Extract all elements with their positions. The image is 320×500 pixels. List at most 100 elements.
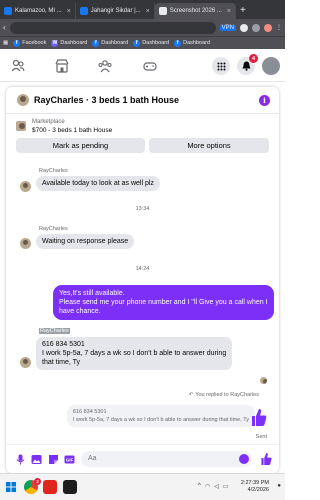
url-field[interactable] — [9, 21, 216, 34]
marketplace-icon[interactable] — [55, 59, 69, 73]
message-line: Yes,It's still available. — [59, 290, 125, 297]
start-icon[interactable] — [4, 480, 18, 494]
quoted-line: 616 834 5301 — [72, 409, 107, 415]
quoted-message[interactable]: 616 834 5301 I work 5p-5a, 7 days a wk s… — [66, 405, 255, 427]
extension-icon[interactable] — [240, 23, 248, 32]
chat-title[interactable]: RayCharles · 3 beds 1 bath House — [34, 95, 179, 105]
groups-icon[interactable] — [98, 59, 112, 73]
timestamp: 14:24 — [135, 266, 150, 272]
svg-text:GIF: GIF — [66, 458, 74, 463]
notification-bell-icon[interactable]: ● — [277, 483, 281, 489]
thumbs-up-icon[interactable] — [250, 408, 267, 427]
message-bubble-incoming[interactable]: 616 834 5301 I work 5p-5a, 7 days a wk s… — [36, 337, 233, 370]
back-icon[interactable]: ‹ — [3, 23, 6, 32]
bookmark-item[interactable]: f Facebook — [13, 39, 46, 47]
friends-icon[interactable] — [11, 59, 25, 73]
message-input[interactable] — [81, 451, 252, 467]
notifications-button[interactable]: 4 — [237, 54, 258, 75]
facebook-icon: f — [13, 39, 21, 47]
close-tab-icon[interactable]: × — [146, 8, 150, 15]
gif-icon[interactable]: GIF — [64, 454, 75, 465]
emoji-icon[interactable] — [239, 454, 249, 464]
facebook-icon: f — [174, 39, 182, 47]
facebook-top-nav: 4 — [0, 49, 285, 82]
bookmark-item[interactable]: f Dashboard — [133, 39, 170, 47]
bookmark-label: Dashboard — [60, 40, 88, 46]
extension-icon[interactable] — [252, 23, 260, 32]
marketplace-label: Marketplace — [32, 119, 65, 125]
message-line: have chance. — [59, 308, 101, 315]
bookmark-item[interactable]: f Dashboard — [92, 39, 128, 47]
avatar[interactable] — [20, 181, 31, 192]
chevron-up-icon[interactable]: ^ — [198, 483, 201, 490]
browser-tab-strip: Kalamazoo, MI ... × Jahangir Sikdar |...… — [0, 0, 285, 19]
browser-tab-active[interactable]: Screenshot 2026 ... × — [154, 3, 236, 19]
grid-icon — [217, 62, 225, 70]
taskbar: 2 ^ ◠ ◁ ▭ 2:27:39 PM 4/2/2026 ● — [0, 473, 285, 500]
message-list: RayCharles Available today to look at as… — [6, 158, 279, 444]
battery-icon[interactable]: ▭ — [223, 483, 229, 490]
message-bubble-outgoing[interactable]: Yes,It's still available. Please send me… — [53, 285, 274, 320]
sender-name: RayCharles — [39, 168, 68, 174]
avatar[interactable] — [20, 238, 31, 249]
listing-title[interactable]: $700 - 3 beds 1 bath House — [32, 127, 112, 134]
message-line: I work 5p-5a, 7 days a wk so I don't b a… — [42, 350, 227, 357]
sender-name: RayCharles — [39, 328, 70, 334]
volume-icon[interactable]: ◁ — [214, 483, 219, 490]
photo-icon[interactable] — [31, 454, 42, 465]
app-icon[interactable] — [63, 480, 77, 494]
bookmark-item[interactable]: W Dashboard — [51, 39, 88, 47]
tab-favicon-icon — [4, 7, 12, 15]
message-composer: GIF — [6, 444, 279, 473]
bookmark-label: Dashboard — [183, 40, 211, 46]
message-text-field[interactable] — [88, 455, 238, 462]
thumbs-up-send-icon[interactable] — [260, 452, 272, 466]
seen-avatar — [260, 377, 267, 384]
address-bar: ‹ VPN ⋮ — [0, 19, 285, 36]
close-tab-icon[interactable]: × — [227, 8, 231, 15]
avatar[interactable] — [17, 94, 29, 106]
microphone-icon[interactable] — [15, 454, 26, 465]
vpn-badge[interactable]: VPN — [219, 24, 236, 31]
pdf-icon[interactable] — [43, 480, 57, 494]
listing-thumbnail[interactable] — [16, 121, 26, 131]
menu-icon[interactable]: ⋮ — [276, 24, 282, 31]
clock[interactable]: 2:27:39 PM 4/2/2026 — [241, 480, 269, 494]
profile-icon[interactable] — [264, 23, 272, 32]
chat-window: RayCharles · 3 beds 1 bath House i Marke… — [6, 87, 279, 473]
tab-label: Jahangir Sikdar |... — [90, 8, 141, 14]
bookmark-label: Dashboard — [142, 40, 170, 46]
menu-grid-button[interactable] — [212, 57, 230, 75]
info-icon[interactable]: i — [259, 95, 270, 106]
reply-note-text: You replied to RayCharles — [195, 392, 259, 398]
chrome-icon[interactable]: 2 — [24, 478, 41, 494]
sticker-icon[interactable] — [48, 454, 59, 465]
tab-favicon-icon — [79, 7, 88, 15]
bookmark-icon: W — [51, 39, 59, 47]
marketplace-panel: Marketplace $700 - 3 beds 1 bath House M… — [6, 114, 279, 158]
bookmark-item[interactable]: f Dashboard — [174, 39, 211, 47]
more-options-button[interactable]: More options — [149, 138, 269, 153]
browser-tab[interactable]: Kalamazoo, MI ... × — [0, 3, 76, 19]
chat-header[interactable]: RayCharles · 3 beds 1 bath House i — [6, 87, 279, 114]
account-avatar[interactable] — [262, 57, 280, 75]
browser-tab[interactable]: Jahangir Sikdar |... × — [76, 3, 155, 19]
chrome-badge: 2 — [34, 478, 41, 485]
close-tab-icon[interactable]: × — [67, 8, 71, 15]
message-line: 616 834 5301 — [42, 341, 85, 348]
new-tab-icon[interactable]: + — [236, 3, 250, 19]
gaming-icon[interactable] — [143, 59, 157, 73]
windows-logo-icon — [6, 482, 16, 492]
avatar[interactable] — [20, 357, 31, 368]
wifi-icon[interactable]: ◠ — [205, 483, 210, 490]
mark-as-pending-button[interactable]: Mark as pending — [16, 138, 145, 153]
message-bubble-incoming[interactable]: Available today to look at as well plz — [36, 176, 160, 191]
extensions-area: VPN ⋮ — [219, 23, 282, 32]
tab-favicon-icon — [158, 7, 167, 15]
reply-icon: ↶ — [188, 392, 194, 398]
message-bubble-incoming[interactable]: Waiting on response please — [36, 234, 135, 249]
apps-icon[interactable]: ▦ — [3, 40, 8, 46]
sender-name: RayCharles — [39, 226, 68, 232]
notification-count-badge: 4 — [249, 54, 258, 63]
sent-status: Sent — [255, 434, 267, 440]
